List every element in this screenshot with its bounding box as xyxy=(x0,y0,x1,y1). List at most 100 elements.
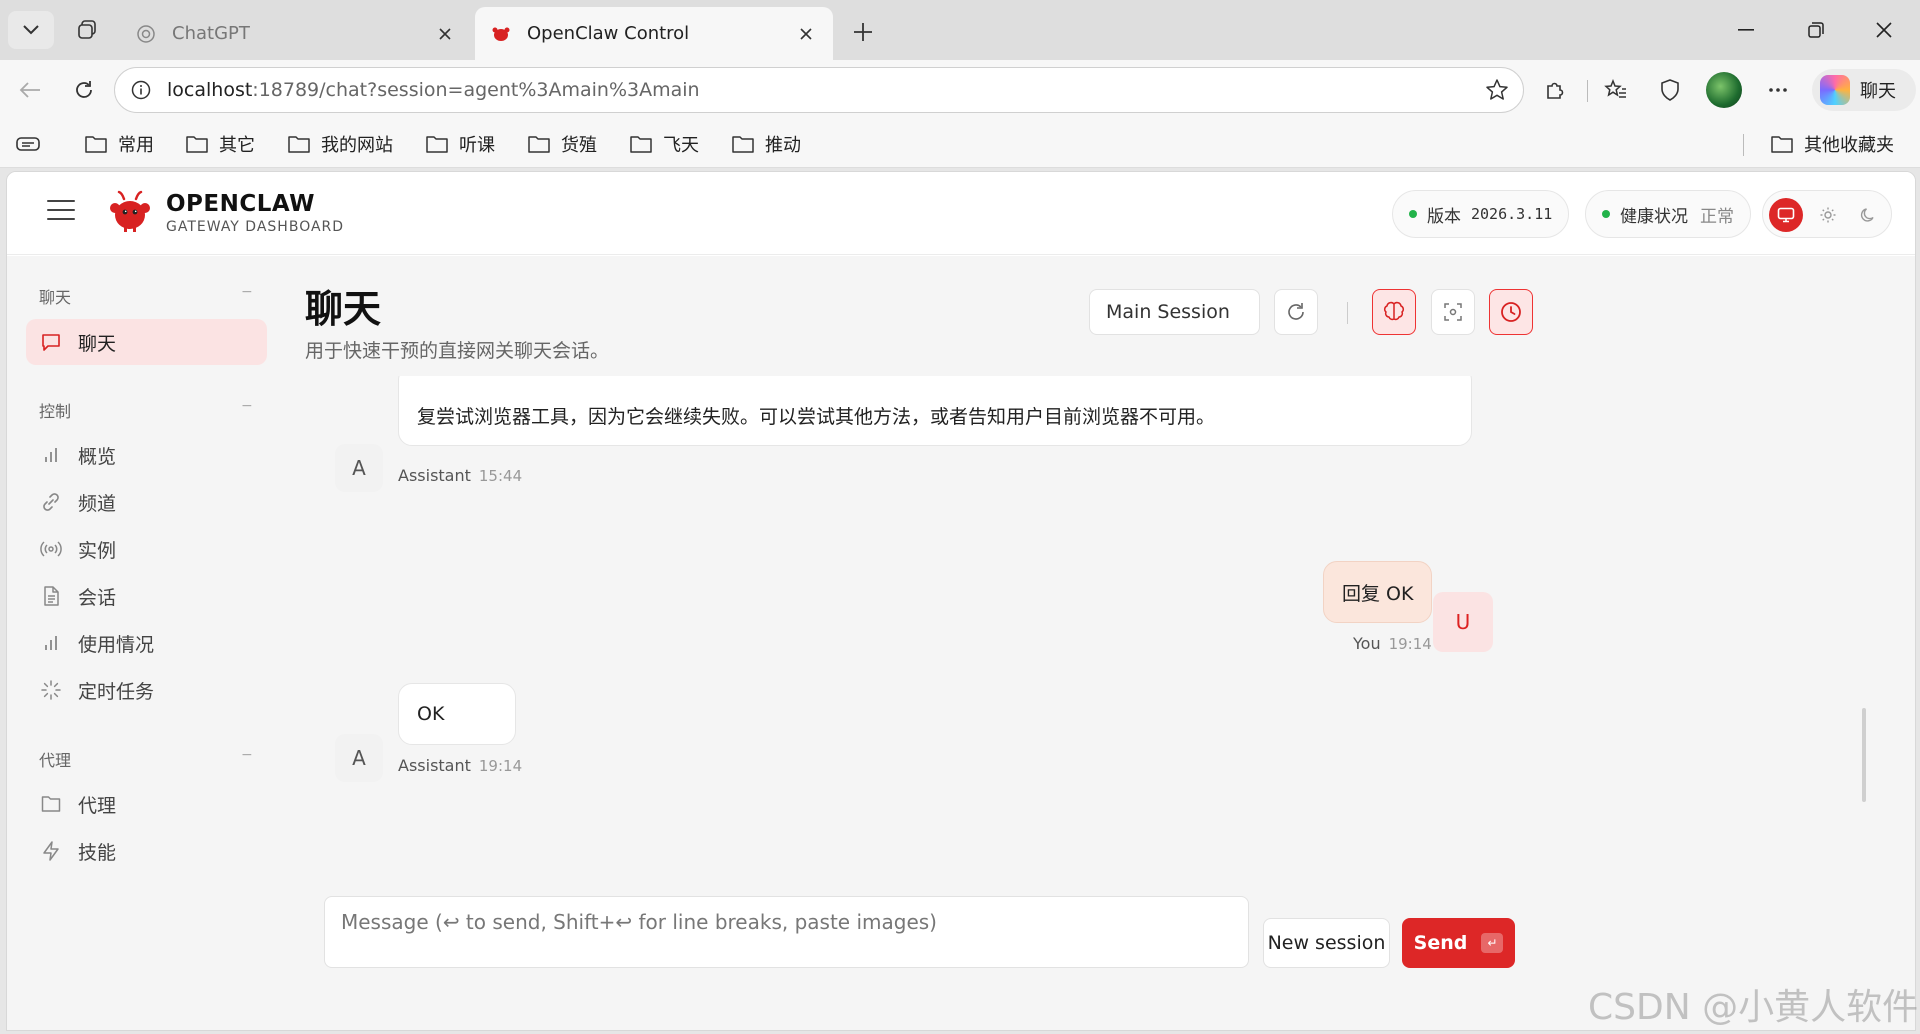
message-time: 15:44 xyxy=(478,467,523,485)
refresh-chat-button[interactable] xyxy=(1274,289,1318,335)
bookmark-folder[interactable]: 飞天 xyxy=(629,128,699,160)
close-tab-icon[interactable] xyxy=(434,23,456,45)
sidebar-item-overview[interactable]: 概览 xyxy=(26,432,267,478)
profile-avatar[interactable] xyxy=(1706,72,1742,108)
loader-icon xyxy=(40,679,62,701)
sidebar-item-label: 使用情况 xyxy=(78,633,155,656)
session-select[interactable]: Main Session xyxy=(1089,289,1260,335)
bar-chart-icon xyxy=(40,444,62,466)
bookmark-folder[interactable]: 其它 xyxy=(185,128,255,160)
folder-icon xyxy=(186,136,208,153)
close-tab-icon[interactable] xyxy=(795,23,817,45)
openclaw-logo-icon xyxy=(110,190,150,232)
bookmarks-divider xyxy=(1743,134,1744,156)
message-meta: Assistant 15:44 xyxy=(398,466,522,485)
focus-mode-button[interactable] xyxy=(1431,289,1475,335)
back-arrow-icon[interactable] xyxy=(12,72,48,108)
url-text[interactable]: localhost:18789/chat?session=agent%3Amai… xyxy=(167,79,1483,101)
favorites-list-icon[interactable] xyxy=(1598,72,1634,108)
bookmark-folder[interactable]: 货殖 xyxy=(527,128,597,160)
new-session-button[interactable]: New session xyxy=(1263,918,1390,968)
sidebar-item-label: 技能 xyxy=(78,841,117,864)
browser-tabstrip: ChatGPT OpenClaw Control xyxy=(0,0,1920,60)
header-divider xyxy=(1347,302,1348,324)
address-bar[interactable]: localhost:18789/chat?session=agent%3Amai… xyxy=(114,67,1524,113)
sidebar-item-label: 定时任务 xyxy=(78,680,155,703)
message-square-icon xyxy=(40,331,62,353)
sidebar-item-cron[interactable]: 定时任务 xyxy=(26,667,267,713)
collapse-group-toggle[interactable]: − xyxy=(241,284,253,300)
collapse-group-toggle[interactable]: − xyxy=(241,398,253,414)
moon-theme-icon[interactable] xyxy=(1851,198,1885,232)
user-avatar: U xyxy=(1433,592,1493,652)
menu-hamburger-icon[interactable] xyxy=(47,200,75,224)
sidebar-item-label: 实例 xyxy=(78,539,117,562)
sidebar-item-channels[interactable]: 频道 xyxy=(26,479,267,525)
bookmarks-bar: 常用 其它 我的网站 听课 货殖 飞天 推动 其他收藏夹 xyxy=(0,120,1920,168)
tab-title: ChatGPT xyxy=(172,23,250,44)
user-message-bubble: 回复 OK xyxy=(1323,561,1433,623)
folder-icon xyxy=(288,136,310,153)
message-meta: You 19:14 xyxy=(1353,634,1432,653)
thinking-toggle-button[interactable] xyxy=(1372,289,1416,335)
close-window-icon[interactable] xyxy=(1852,10,1916,50)
sun-theme-icon[interactable] xyxy=(1811,198,1845,232)
tab-actions-chevron-icon[interactable] xyxy=(8,11,54,49)
send-button[interactable]: Send ↵ xyxy=(1402,918,1515,968)
brand-subtitle: GATEWAY DASHBOARD xyxy=(166,219,345,235)
favorite-star-icon[interactable] xyxy=(1483,76,1511,104)
theme-switcher xyxy=(1762,190,1892,238)
tab-title: OpenClaw Control xyxy=(527,23,690,44)
assistant-message-bubble: 复尝试浏览器工具，因为它会继续失败。可以尝试其他方法，或者告知用户目前浏览器不可… xyxy=(398,376,1472,446)
message-list[interactable]: A 复尝试浏览器工具，因为它会继续失败。可以尝试其他方法，或者告知用户目前浏览器… xyxy=(277,376,1915,836)
copilot-chat-button[interactable]: 聊天 xyxy=(1812,69,1916,111)
bookmark-folder[interactable]: 我的网站 xyxy=(287,128,393,160)
folder-icon xyxy=(528,136,550,153)
link-icon xyxy=(40,491,62,513)
more-options-icon[interactable] xyxy=(1760,72,1796,108)
monitor-theme-icon[interactable] xyxy=(1769,198,1803,232)
folder-icon xyxy=(1771,136,1793,153)
sidebar-item-skills[interactable]: 技能 xyxy=(26,828,267,874)
sidebar-item-agents[interactable]: 代理 xyxy=(26,781,267,827)
shield-icon[interactable] xyxy=(1652,72,1688,108)
message-input[interactable]: Message (↩ to send, Shift+↩ for line bre… xyxy=(324,896,1249,968)
sidebar-item-label: 会话 xyxy=(78,586,117,609)
restore-icon[interactable] xyxy=(1784,10,1848,50)
other-bookmarks-folder[interactable]: 其他收藏夹 xyxy=(1770,128,1894,160)
extensions-puzzle-icon[interactable] xyxy=(1537,72,1573,108)
message-meta: Assistant 19:14 xyxy=(398,756,522,775)
sidebar-item-usage[interactable]: 使用情况 xyxy=(26,620,267,666)
nav-group-title: 聊天 xyxy=(39,288,72,307)
refresh-icon[interactable] xyxy=(66,72,102,108)
folder-icon xyxy=(426,136,448,153)
message-time: 19:14 xyxy=(478,757,523,775)
tab-chatgpt[interactable]: ChatGPT xyxy=(120,7,472,60)
bookmark-folder[interactable]: 常用 xyxy=(84,128,154,160)
message-sender: Assistant xyxy=(398,466,471,485)
enter-key-icon: ↵ xyxy=(1481,933,1504,953)
collapse-group-toggle[interactable]: − xyxy=(241,747,253,763)
message-sender: You xyxy=(1353,634,1381,653)
reading-list-icon[interactable] xyxy=(16,128,40,160)
workspaces-icon[interactable] xyxy=(64,11,110,49)
page-title: 聊天 xyxy=(305,287,382,331)
toolbar-divider xyxy=(1587,80,1588,102)
sidebar-item-sessions[interactable]: 会话 xyxy=(26,573,267,619)
app-topbar: OPENCLAW GATEWAY DASHBOARD 版本 2026.3.11 … xyxy=(7,172,1915,255)
tab-openclaw-control[interactable]: OpenClaw Control xyxy=(475,7,833,60)
openclaw-favicon-icon xyxy=(491,24,511,44)
bookmark-folder[interactable]: 听课 xyxy=(425,128,495,160)
sidebar-item-instances[interactable]: 实例 xyxy=(26,526,267,572)
new-tab-plus-icon[interactable] xyxy=(845,14,881,50)
minimize-icon[interactable] xyxy=(1714,10,1778,50)
copilot-label: 聊天 xyxy=(1860,81,1896,102)
message-text: 回复 OK xyxy=(1342,582,1414,605)
send-label: Send xyxy=(1413,932,1468,954)
history-button[interactable] xyxy=(1489,289,1533,335)
bookmark-folder[interactable]: 推动 xyxy=(731,128,801,160)
site-info-icon[interactable] xyxy=(129,78,153,102)
message-sender: Assistant xyxy=(398,756,471,775)
sidebar-item-chat[interactable]: 聊天 xyxy=(26,319,267,365)
chat-scrollbar[interactable] xyxy=(1862,708,1866,802)
